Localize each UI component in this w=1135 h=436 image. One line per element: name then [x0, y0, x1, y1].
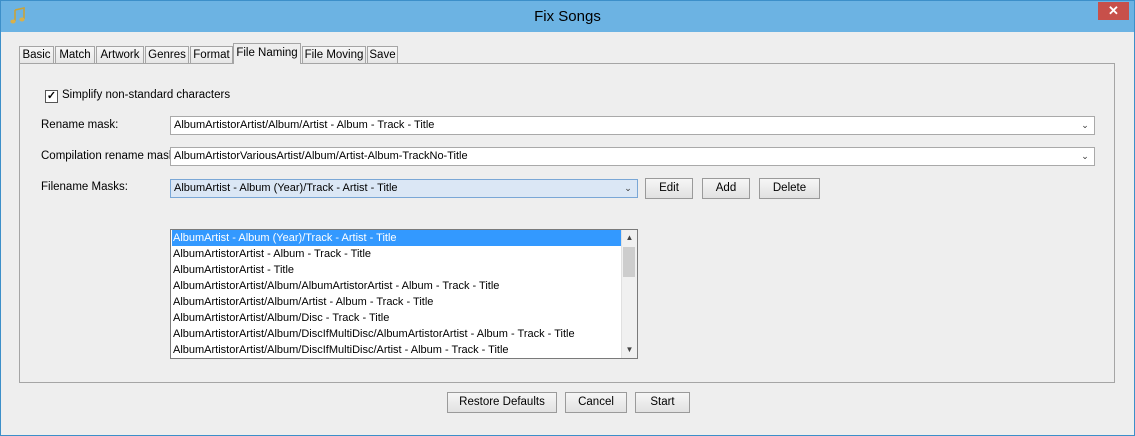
- list-item[interactable]: AlbumArtist - Album (Year)/Track - Artis…: [172, 230, 621, 246]
- list-item[interactable]: AlbumArtistorArtist/Album/DiscIfMultiDis…: [172, 342, 621, 358]
- simplify-label: Simplify non-standard characters: [62, 89, 231, 101]
- start-button[interactable]: Start: [635, 392, 690, 413]
- dropdown-scrollbar[interactable]: ▲ ▼: [621, 230, 637, 358]
- rename-mask-value: AlbumArtistorArtist/Album/Artist - Album…: [174, 119, 435, 131]
- tab-file-naming[interactable]: File Naming: [233, 43, 301, 64]
- list-item[interactable]: AlbumArtistorArtist/Album/Artist - Album…: [172, 294, 621, 310]
- edit-button[interactable]: Edit: [645, 178, 693, 199]
- dialog-body: Basic Match Artwork Genres Format File N…: [8, 32, 1127, 427]
- tab-genres[interactable]: Genres: [145, 46, 189, 63]
- compilation-mask-value: AlbumArtistorVariousArtist/Album/Artist-…: [174, 150, 468, 162]
- tab-match[interactable]: Match: [55, 46, 95, 63]
- chevron-down-icon: ⌄: [1081, 151, 1089, 161]
- chevron-down-icon: ⌄: [1081, 120, 1089, 130]
- check-icon: ✓: [46, 90, 57, 102]
- rename-mask-select[interactable]: AlbumArtistorArtist/Album/Artist - Album…: [170, 116, 1095, 135]
- close-button[interactable]: ✕: [1098, 2, 1129, 20]
- restore-defaults-button[interactable]: Restore Defaults: [447, 392, 557, 413]
- tab-format[interactable]: Format: [190, 46, 233, 63]
- scroll-down-icon[interactable]: ▼: [622, 342, 637, 358]
- scroll-up-icon[interactable]: ▲: [622, 230, 637, 246]
- filename-masks-label: Filename Masks:: [41, 181, 128, 193]
- rename-mask-label: Rename mask:: [41, 119, 119, 131]
- window-title: Fix Songs: [534, 8, 601, 25]
- tab-artwork[interactable]: Artwork: [96, 46, 144, 63]
- filename-masks-dropdown: AlbumArtist - Album (Year)/Track - Artis…: [170, 229, 638, 359]
- list-item[interactable]: AlbumArtistorArtist - Title: [172, 262, 621, 278]
- list-item[interactable]: AlbumArtistorArtist/Album/DiscIfMultiDis…: [172, 326, 621, 342]
- tab-file-moving[interactable]: File Moving: [302, 46, 366, 63]
- list-item[interactable]: AlbumArtistorArtist/Album/AlbumArtistorA…: [172, 278, 621, 294]
- delete-button[interactable]: Delete: [759, 178, 820, 199]
- file-naming-panel: ✓ Simplify non-standard characters Renam…: [19, 63, 1115, 383]
- fix-songs-window: Fix Songs ✕ Basic Match Artwork Genres F…: [0, 0, 1135, 436]
- title-bar[interactable]: Fix Songs ✕: [1, 1, 1134, 32]
- tab-save[interactable]: Save: [367, 46, 398, 63]
- scrollbar-thumb[interactable]: [623, 247, 635, 277]
- cancel-button[interactable]: Cancel: [565, 392, 627, 413]
- compilation-mask-select[interactable]: AlbumArtistorVariousArtist/Album/Artist-…: [170, 147, 1095, 166]
- compilation-mask-label: Compilation rename mask:: [41, 150, 178, 162]
- filename-masks-value: AlbumArtist - Album (Year)/Track - Artis…: [174, 182, 398, 194]
- list-item[interactable]: AlbumArtistorArtist/Album/Disc - Track -…: [172, 310, 621, 326]
- add-button[interactable]: Add: [702, 178, 750, 199]
- list-item[interactable]: AlbumArtistorArtist - Album - Track - Ti…: [172, 246, 621, 262]
- tab-basic[interactable]: Basic: [19, 46, 54, 63]
- close-icon: ✕: [1108, 3, 1119, 18]
- chevron-down-icon: ⌄: [624, 183, 632, 193]
- filename-masks-select[interactable]: AlbumArtist - Album (Year)/Track - Artis…: [170, 179, 638, 198]
- simplify-checkbox[interactable]: ✓: [45, 90, 58, 103]
